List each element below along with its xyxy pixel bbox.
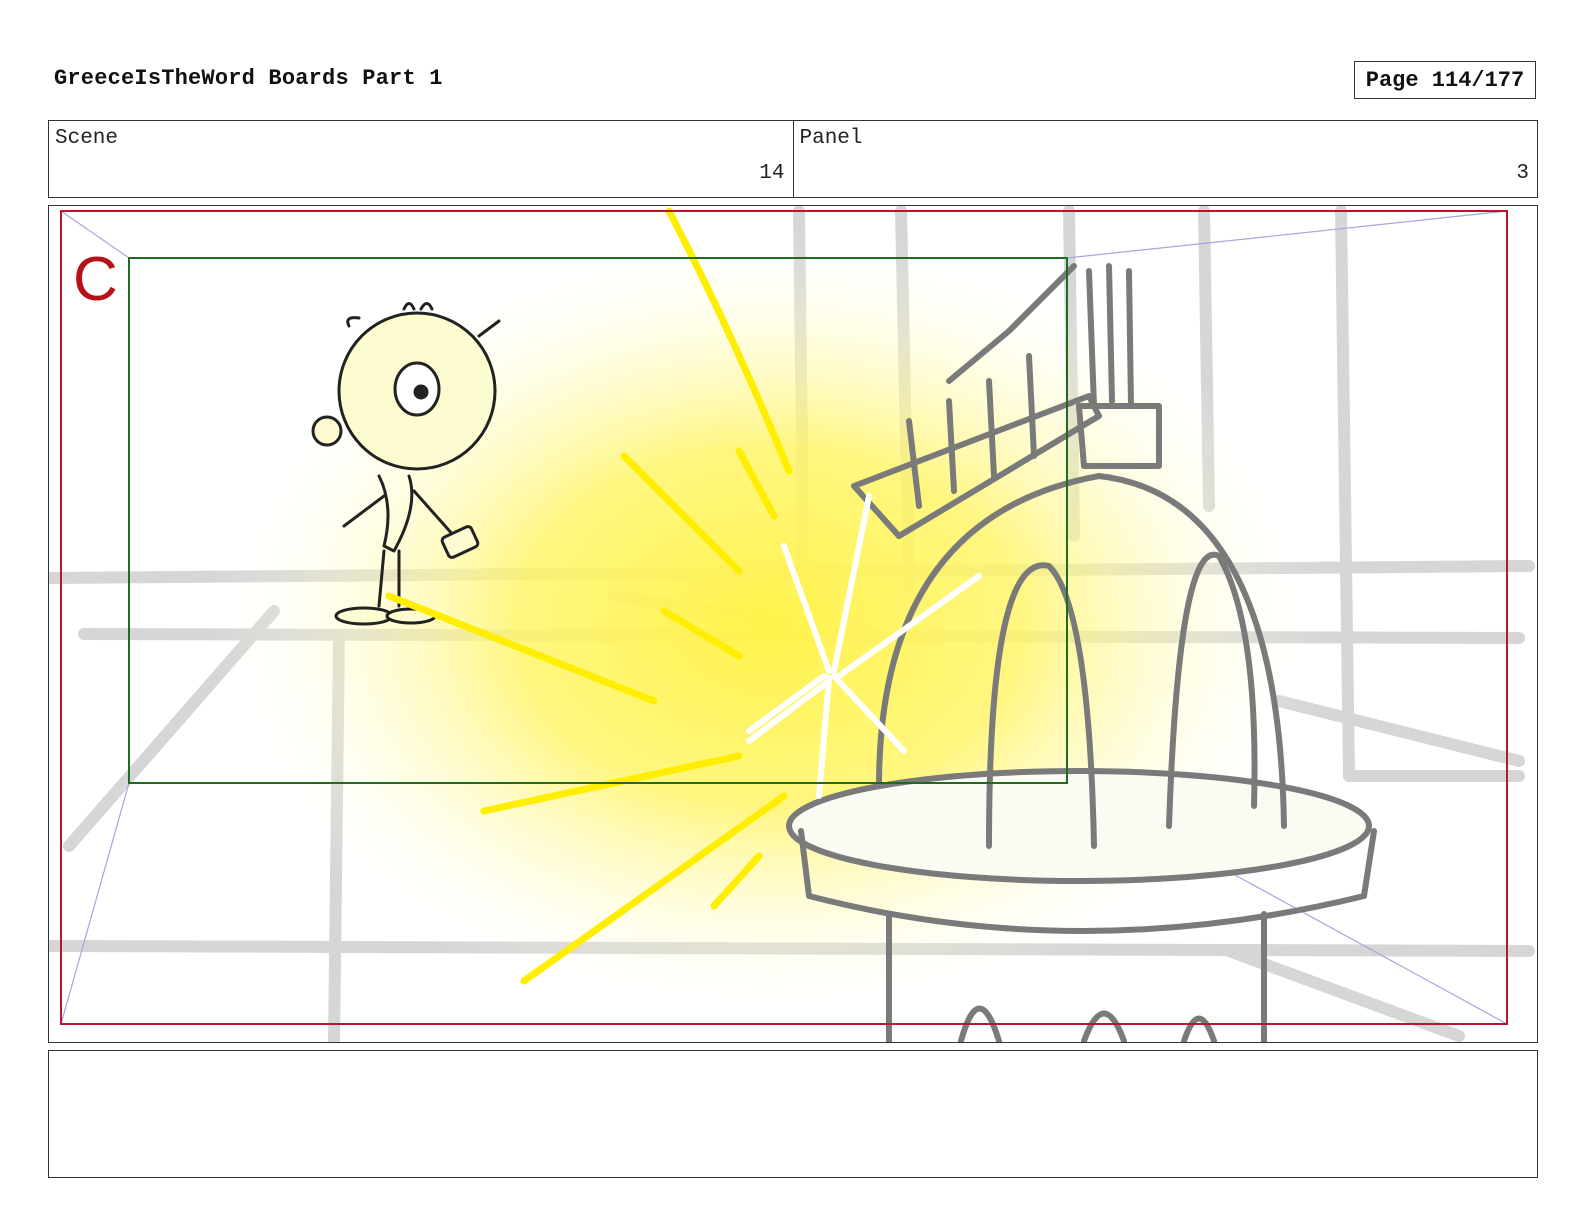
- storyboard-drawing: C: [49, 206, 1535, 1042]
- panel-value: 3: [1516, 162, 1529, 185]
- document-title: GreeceIsTheWord Boards Part 1: [54, 66, 443, 91]
- panel-cell: Panel 3: [792, 121, 1538, 197]
- scene-cell: Scene 14: [49, 121, 793, 197]
- panel-label: Panel: [799, 127, 863, 150]
- camera-marker: C: [73, 245, 118, 314]
- scene-panel-info: Scene 14 Panel 3: [48, 120, 1538, 198]
- scene-value: 14: [759, 162, 785, 185]
- page-number-badge: Page 114/177: [1354, 61, 1536, 99]
- notes-area[interactable]: [48, 1050, 1538, 1178]
- storyboard-panel: C: [48, 205, 1538, 1043]
- scene-label: Scene: [55, 127, 119, 150]
